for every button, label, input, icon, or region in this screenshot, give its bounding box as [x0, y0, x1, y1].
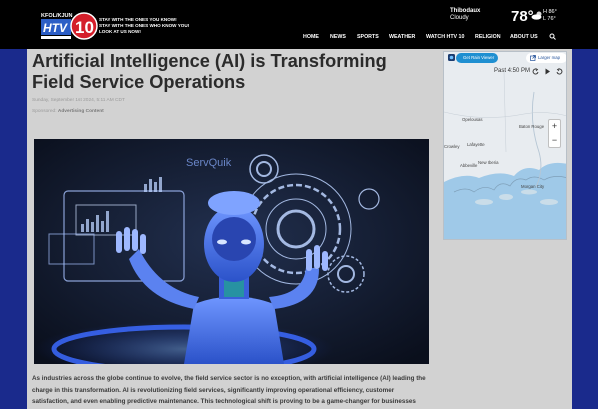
refresh-icon[interactable]: [556, 68, 563, 75]
htv10-logo[interactable]: KFOL/KJUN HTV 10: [40, 11, 98, 41]
rainviewer-app-icon[interactable]: [448, 54, 455, 61]
get-rain-viewer-button[interactable]: Get Rain Viewer: [456, 53, 498, 63]
image-brand-text: ServQuik: [186, 157, 232, 169]
article-dateline: Sunday, September 1st 2024, 5:11 AM CDT: [32, 98, 125, 103]
nav-news[interactable]: NEWS: [330, 34, 346, 42]
sponsored-note: Sponsored: Advertising Content: [32, 109, 104, 114]
page-margin-right: [572, 49, 598, 409]
article-body: As industries across the globe continue …: [32, 375, 426, 405]
zoom-in-button[interactable]: +: [549, 120, 560, 133]
weather-condition: Cloudy: [450, 15, 469, 21]
map-city-label: Abbeville: [460, 163, 478, 168]
site-header: KFOL/KJUN HTV 10 STAY WITH THE ONES YOU …: [0, 0, 598, 49]
map-city-label: Lafayette: [467, 142, 485, 147]
rewind-icon[interactable]: [532, 68, 539, 75]
map-city-label: Morgan City: [521, 184, 545, 189]
nav-religion[interactable]: RELIGION: [475, 34, 501, 42]
map-city-label: Baton Rouge: [519, 124, 545, 129]
tagline-line: STAY WITH THE ONES WHO KNOW YOU!: [99, 22, 190, 28]
map-city-label: New Iberia: [478, 160, 499, 165]
sponsored-value: Advertising Content: [57, 109, 104, 114]
nav-about-us[interactable]: ABOUT US: [510, 34, 538, 42]
weather-high: H 86°: [543, 9, 557, 15]
site-tagline: STAY WITH THE ONES YOU KNOW! STAY WITH T…: [99, 17, 189, 34]
external-link-icon: [530, 55, 536, 61]
nav-home[interactable]: HOME: [303, 34, 319, 42]
search-icon[interactable]: [549, 33, 556, 40]
radar-map-widget[interactable]: Get Rain Viewer Larger map Past 4:50 PM …: [443, 51, 567, 240]
nav-watch-htv10[interactable]: WATCH HTV 10: [426, 34, 464, 42]
tagline-line: STAY WITH THE ONES YOU KNOW!: [99, 17, 177, 22]
tagline-line: LOOK AT US NOW!: [99, 28, 141, 34]
get-rain-viewer-label: Get Rain Viewer: [463, 55, 495, 60]
article-hero-image: ServQuik: [34, 139, 429, 364]
nav-weather[interactable]: WEATHER: [389, 34, 415, 42]
map-city-label: Crowley: [444, 144, 460, 149]
zoom-out-button[interactable]: −: [549, 134, 560, 147]
svg-text:10: 10: [75, 18, 94, 37]
sponsored-label: Sponsored:: [32, 109, 57, 114]
weather-location: Thibodaux: [450, 8, 481, 14]
radar-time-label: Past 4:50 PM: [494, 68, 531, 74]
article-title: Artificial Intelligence (AI) is Transfor…: [32, 51, 387, 92]
play-icon[interactable]: [544, 68, 551, 75]
zoom-control: + −: [548, 119, 561, 148]
larger-map-label: Larger map: [538, 55, 560, 60]
map-city-label: Opelousas: [462, 117, 483, 122]
logo-call-letters: KFOL/KJUN: [41, 13, 73, 19]
article-column: Artificial Intelligence (AI) is Transfor…: [27, 49, 437, 409]
partly-cloudy-icon: [531, 11, 542, 20]
weather-low: L 76°: [543, 16, 556, 22]
svg-text:HTV: HTV: [43, 21, 68, 35]
nav-sports[interactable]: SPORTS: [357, 34, 379, 42]
